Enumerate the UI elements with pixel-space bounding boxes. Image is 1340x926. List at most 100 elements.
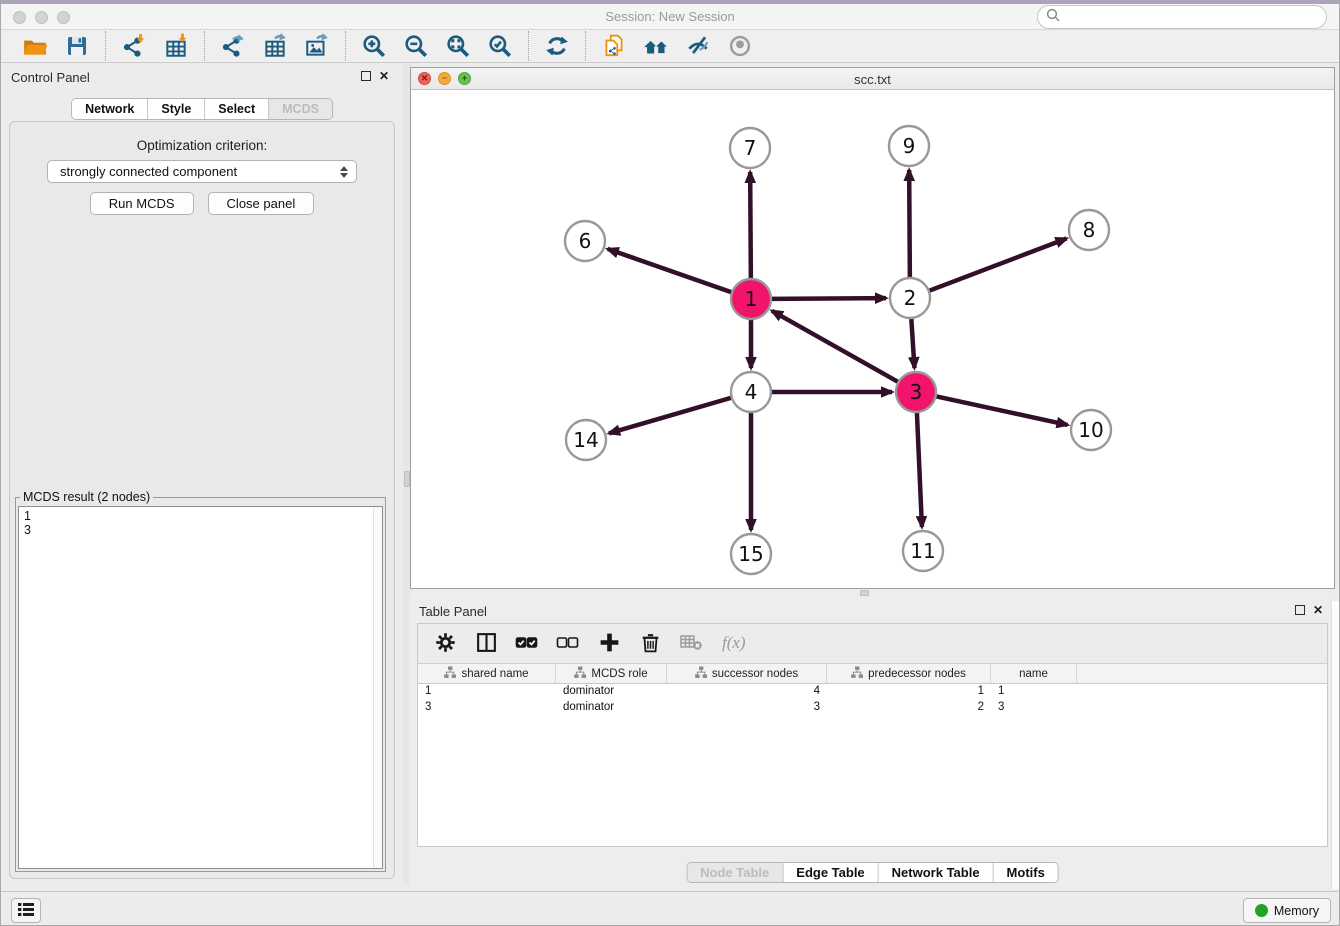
table-body: 1dominator4113dominator323 xyxy=(418,684,1327,716)
import-network-icon xyxy=(121,33,147,59)
column-label: MCDS role xyxy=(591,668,647,680)
table-cell: 1 xyxy=(827,684,991,700)
table-tabs: Node TableEdge TableNetwork TableMotifs xyxy=(686,862,1059,883)
splitter-grip[interactable] xyxy=(860,590,869,596)
network-window-titlebar[interactable]: ✕ − + scc.txt xyxy=(411,68,1334,90)
toolbar-group xyxy=(105,31,204,61)
run-mcds-button[interactable]: Run MCDS xyxy=(90,192,194,215)
add-column-button[interactable] xyxy=(596,631,622,657)
column-header-predecessor-nodes[interactable]: predecessor nodes xyxy=(827,664,991,683)
open-session-button[interactable] xyxy=(20,32,50,60)
criterion-value: strongly connected component xyxy=(60,164,340,179)
graph-node-6[interactable]: 6 xyxy=(565,221,605,261)
export-table-button[interactable] xyxy=(260,32,290,60)
search-input[interactable] xyxy=(1065,8,1326,26)
table-row[interactable]: 1dominator411 xyxy=(418,684,1327,700)
duplicate-network-icon xyxy=(601,33,627,59)
tab-select[interactable]: Select xyxy=(204,99,268,119)
column-sort-icon xyxy=(851,666,863,682)
hide-labels-button[interactable] xyxy=(683,32,713,60)
import-table-icon xyxy=(163,33,189,59)
graph-node-9[interactable]: 9 xyxy=(889,126,929,166)
float-table-panel-icon[interactable] xyxy=(1295,605,1305,615)
show-graphics-details-button[interactable] xyxy=(725,32,755,60)
table-settings-button[interactable] xyxy=(432,631,458,657)
table-row[interactable]: 3dominator323 xyxy=(418,700,1327,716)
mcds-result-area[interactable]: 1 3 xyxy=(18,506,383,869)
toggle-column-view-button[interactable] xyxy=(473,631,499,657)
edge-1-7[interactable] xyxy=(750,172,751,278)
save-session-icon xyxy=(65,34,89,58)
search-box[interactable] xyxy=(1037,5,1327,29)
edge-2-9[interactable] xyxy=(909,170,910,277)
graph-node-10[interactable]: 10 xyxy=(1071,410,1111,450)
close-table-panel-icon[interactable]: ✕ xyxy=(1313,603,1323,617)
table-panel-title: Table Panel xyxy=(419,604,487,619)
graph-node-15[interactable]: 15 xyxy=(731,534,771,574)
table-cell: 3 xyxy=(418,700,556,716)
export-image-button[interactable] xyxy=(302,32,332,60)
network-graph[interactable]: 7 9 6 8 1 2 4 3 14 10 15 11 xyxy=(411,90,1334,588)
deselect-all-rows-button[interactable] xyxy=(555,631,581,657)
zoom-selected-button[interactable] xyxy=(485,32,515,60)
result-scrollbar[interactable] xyxy=(373,507,382,868)
save-session-button[interactable] xyxy=(62,32,92,60)
table-settings-icon xyxy=(434,631,457,657)
import-table-button[interactable] xyxy=(161,32,191,60)
horizontal-splitter[interactable] xyxy=(411,589,1340,597)
network-overview-button[interactable] xyxy=(641,32,671,60)
criterion-dropdown[interactable]: strongly connected component xyxy=(47,160,357,183)
column-header-shared-name[interactable]: shared name xyxy=(418,664,556,683)
tab-style[interactable]: Style xyxy=(147,99,204,119)
column-header-successor-nodes[interactable]: successor nodes xyxy=(667,664,827,683)
tab-network-table[interactable]: Network Table xyxy=(878,863,993,882)
control-panel: Control Panel ✕ NetworkStyleSelectMCDS O… xyxy=(1,63,403,885)
edge-1-6[interactable] xyxy=(608,249,732,292)
zoom-out-button[interactable] xyxy=(401,32,431,60)
graph-node-7[interactable]: 7 xyxy=(730,128,770,168)
export-network-button[interactable] xyxy=(218,32,248,60)
node-label: 6 xyxy=(579,229,592,253)
tab-motifs[interactable]: Motifs xyxy=(993,863,1058,882)
graph-node-8[interactable]: 8 xyxy=(1069,210,1109,250)
edge-4-14[interactable] xyxy=(609,398,731,433)
network-canvas[interactable]: 7 9 6 8 1 2 4 3 14 10 15 11 xyxy=(411,90,1334,588)
graph-node-1[interactable]: 1 xyxy=(731,279,771,319)
column-header-MCDS-role[interactable]: MCDS role xyxy=(556,664,667,683)
table-cell: 3 xyxy=(667,700,827,716)
duplicate-network-button[interactable] xyxy=(599,32,629,60)
select-all-rows-button[interactable] xyxy=(514,631,540,657)
column-label: successor nodes xyxy=(712,668,798,680)
close-panel-button[interactable]: Close panel xyxy=(208,192,315,215)
delete-column-button[interactable] xyxy=(637,631,663,657)
edge-3-1[interactable] xyxy=(772,311,898,382)
graph-node-4[interactable]: 4 xyxy=(731,372,771,412)
edge-3-10[interactable] xyxy=(937,396,1068,424)
graph-node-3[interactable]: 3 xyxy=(896,372,936,412)
edge-2-3[interactable] xyxy=(911,319,914,368)
optimization-criterion-label: Optimization criterion: xyxy=(10,138,394,153)
zoom-fit-button[interactable] xyxy=(443,32,473,60)
close-panel-icon[interactable]: ✕ xyxy=(379,69,389,83)
import-network-button[interactable] xyxy=(119,32,149,60)
show-graphics-details-icon xyxy=(727,33,753,59)
dropdown-stepper-icon xyxy=(340,166,348,178)
mcds-result-title: MCDS result (2 nodes) xyxy=(20,490,153,504)
tab-network[interactable]: Network xyxy=(72,99,147,119)
task-history-button[interactable] xyxy=(11,898,41,923)
graph-node-11[interactable]: 11 xyxy=(903,531,943,571)
float-panel-icon[interactable] xyxy=(361,71,371,81)
node-label: 4 xyxy=(745,380,758,404)
memory-button[interactable]: Memory xyxy=(1243,898,1331,923)
graph-node-14[interactable]: 14 xyxy=(566,420,606,460)
edge-1-2[interactable] xyxy=(772,298,886,299)
tab-node-table[interactable]: Node Table xyxy=(687,863,782,882)
graph-node-2[interactable]: 2 xyxy=(890,278,930,318)
column-header-name[interactable]: name xyxy=(991,664,1077,683)
refresh-network-button[interactable] xyxy=(542,32,572,60)
edge-3-11[interactable] xyxy=(917,413,922,527)
tab-edge-table[interactable]: Edge Table xyxy=(782,863,877,882)
tab-mcds[interactable]: MCDS xyxy=(268,99,332,119)
zoom-in-button[interactable] xyxy=(359,32,389,60)
edge-2-8[interactable] xyxy=(930,239,1067,291)
